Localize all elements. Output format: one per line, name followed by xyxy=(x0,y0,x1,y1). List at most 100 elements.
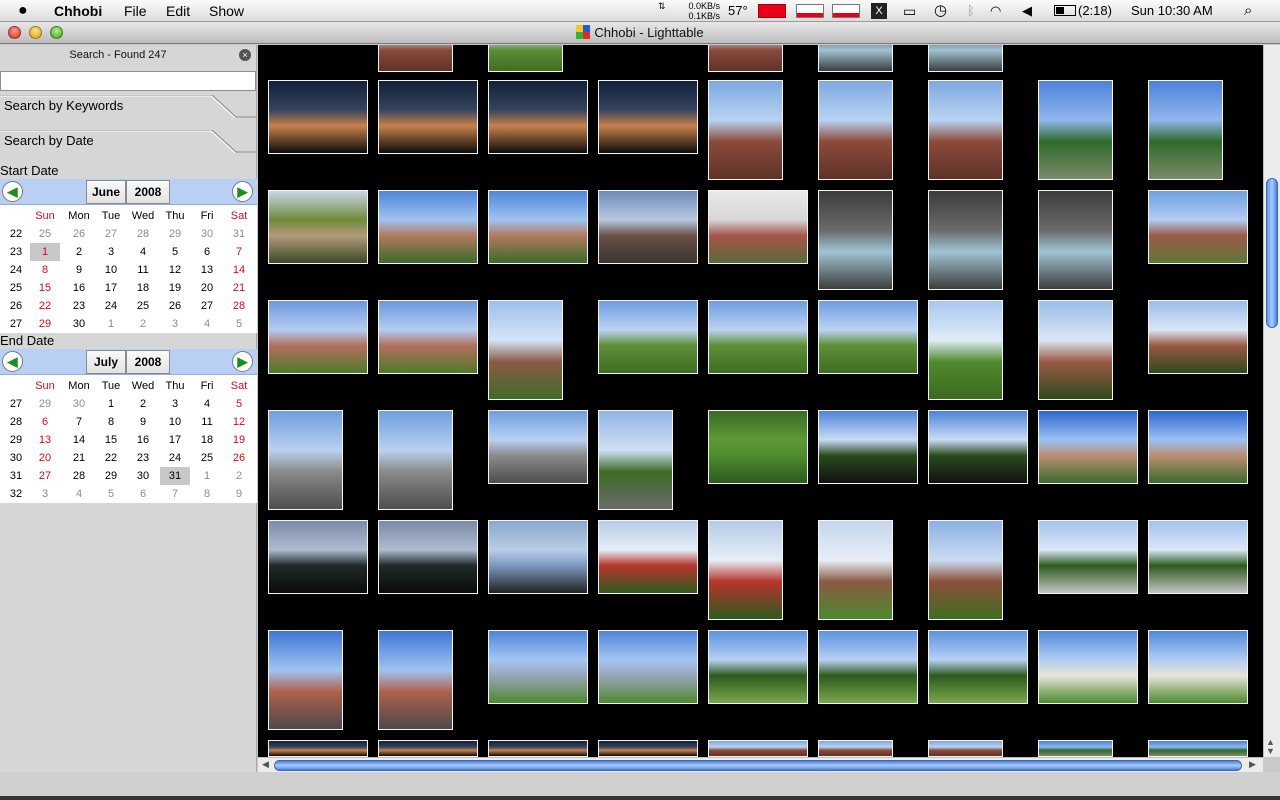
photo-thumbnail[interactable] xyxy=(708,190,808,264)
calendar-day[interactable]: 1 xyxy=(30,243,60,261)
calendar-day[interactable]: 30 xyxy=(64,395,94,413)
calendar-day[interactable]: 1 xyxy=(192,467,222,485)
calendar-day[interactable]: 18 xyxy=(128,279,158,297)
calendar-day[interactable]: 25 xyxy=(192,449,222,467)
photo-thumbnail[interactable] xyxy=(598,630,698,704)
photo-thumbnail[interactable] xyxy=(1148,80,1223,180)
calendar-day[interactable]: 14 xyxy=(224,261,254,279)
scroll-down-icon[interactable]: ▼ xyxy=(1266,746,1275,756)
next-month-button[interactable]: ▶ xyxy=(232,181,253,202)
calendar-day[interactable]: 15 xyxy=(96,431,126,449)
calendar-day[interactable]: 8 xyxy=(30,261,60,279)
photo-thumbnail[interactable] xyxy=(268,190,368,264)
photo-thumbnail[interactable] xyxy=(1148,190,1248,264)
close-search-icon[interactable]: × xyxy=(239,49,251,61)
calendar-day[interactable]: 28 xyxy=(224,297,254,315)
display-icon[interactable]: ▭ xyxy=(903,0,916,22)
photo-thumbnail[interactable] xyxy=(268,630,343,730)
memory-meter-icon[interactable] xyxy=(796,4,824,18)
photo-thumbnail[interactable] xyxy=(268,410,343,510)
calendar-day[interactable]: 16 xyxy=(64,279,94,297)
lighttable-grid[interactable] xyxy=(258,45,1263,757)
calendar-day[interactable]: 14 xyxy=(64,431,94,449)
calendar-day[interactable]: 12 xyxy=(224,413,254,431)
vertical-scrollbar[interactable]: ▲ ▼ xyxy=(1263,45,1280,757)
photo-thumbnail[interactable] xyxy=(1038,410,1138,484)
photo-thumbnail[interactable] xyxy=(598,520,698,594)
photo-thumbnail[interactable] xyxy=(1038,520,1138,594)
calendar-day[interactable]: 29 xyxy=(160,225,190,243)
calendar-day[interactable]: 8 xyxy=(96,413,126,431)
battery-status[interactable]: (2:18) xyxy=(1054,0,1112,22)
calendar-day[interactable]: 17 xyxy=(96,279,126,297)
photo-thumbnail[interactable] xyxy=(1148,410,1248,484)
photo-thumbnail[interactable] xyxy=(378,740,478,757)
photo-thumbnail[interactable] xyxy=(268,80,368,154)
previous-month-button[interactable]: ◀ xyxy=(2,351,23,372)
photo-thumbnail[interactable] xyxy=(708,410,808,484)
calendar-day[interactable]: 19 xyxy=(160,279,190,297)
calendar-day[interactable]: 7 xyxy=(224,243,254,261)
photo-thumbnail[interactable] xyxy=(1148,300,1248,374)
end-year-selector[interactable]: 2008 xyxy=(126,350,170,374)
calendar-day[interactable]: 25 xyxy=(128,297,158,315)
photo-thumbnail[interactable] xyxy=(488,80,588,154)
calendar-day[interactable]: 18 xyxy=(192,431,222,449)
photo-thumbnail[interactable] xyxy=(818,740,893,757)
photo-thumbnail[interactable] xyxy=(1038,80,1113,180)
calendar-day[interactable]: 2 xyxy=(224,467,254,485)
calendar-day[interactable]: 5 xyxy=(224,395,254,413)
photo-thumbnail[interactable] xyxy=(928,740,1003,757)
calendar-day[interactable]: 5 xyxy=(160,243,190,261)
calendar-day[interactable]: 22 xyxy=(96,449,126,467)
calendar-day[interactable]: 3 xyxy=(96,243,126,261)
calendar-day[interactable]: 23 xyxy=(64,297,94,315)
search-input[interactable] xyxy=(0,71,256,91)
photo-thumbnail[interactable] xyxy=(818,45,893,72)
calendar-day[interactable]: 11 xyxy=(192,413,222,431)
menu-file[interactable]: File xyxy=(124,2,147,20)
start-month-selector[interactable]: June xyxy=(86,180,126,204)
calendar-day[interactable]: 6 xyxy=(128,485,158,503)
photo-thumbnail[interactable] xyxy=(1148,630,1248,704)
photo-thumbnail[interactable] xyxy=(928,630,1028,704)
photo-thumbnail[interactable] xyxy=(598,410,673,510)
x11-icon[interactable]: X xyxy=(871,3,887,19)
window-titlebar[interactable]: Chhobi - Lighttable xyxy=(0,22,1280,44)
calendar-day[interactable]: 16 xyxy=(128,431,158,449)
calendar-day[interactable]: 28 xyxy=(64,467,94,485)
photo-thumbnail[interactable] xyxy=(488,410,588,484)
calendar-day[interactable]: 23 xyxy=(128,449,158,467)
calendar-day[interactable]: 24 xyxy=(96,297,126,315)
photo-thumbnail[interactable] xyxy=(488,300,563,400)
start-year-selector[interactable]: 2008 xyxy=(126,180,170,204)
calendar-day[interactable]: 29 xyxy=(96,467,126,485)
volume-icon[interactable]: ◀ xyxy=(1022,0,1032,22)
horizontal-scroll-thumb[interactable] xyxy=(274,760,1242,771)
calendar-day[interactable]: 31 xyxy=(160,467,190,485)
photo-thumbnail[interactable] xyxy=(708,740,808,757)
calendar-day[interactable]: 21 xyxy=(224,279,254,297)
calendar-day[interactable]: 4 xyxy=(192,315,222,333)
calendar-day[interactable]: 30 xyxy=(64,315,94,333)
photo-thumbnail[interactable] xyxy=(928,410,1028,484)
photo-thumbnail[interactable] xyxy=(598,740,698,757)
calendar-day[interactable]: 30 xyxy=(192,225,222,243)
menu-show[interactable]: Show xyxy=(209,2,244,20)
calendar-day[interactable]: 30 xyxy=(128,467,158,485)
calendar-day[interactable]: 10 xyxy=(160,413,190,431)
calendar-day[interactable]: 22 xyxy=(30,297,60,315)
photo-thumbnail[interactable] xyxy=(708,630,808,704)
calendar-day[interactable]: 5 xyxy=(224,315,254,333)
calendar-day[interactable]: 13 xyxy=(30,431,60,449)
calendar-day[interactable]: 4 xyxy=(192,395,222,413)
photo-thumbnail[interactable] xyxy=(928,80,1003,180)
calendar-day[interactable]: 27 xyxy=(96,225,126,243)
network-monitor[interactable]: ⇅ 0.0KB/s 0.1KB/s xyxy=(658,1,720,23)
calendar-day[interactable]: 26 xyxy=(160,297,190,315)
calendar-day[interactable]: 26 xyxy=(64,225,94,243)
photo-thumbnail[interactable] xyxy=(708,300,808,374)
calendar-day[interactable]: 9 xyxy=(128,413,158,431)
photo-thumbnail[interactable] xyxy=(1148,740,1248,757)
calendar-day[interactable]: 3 xyxy=(160,315,190,333)
